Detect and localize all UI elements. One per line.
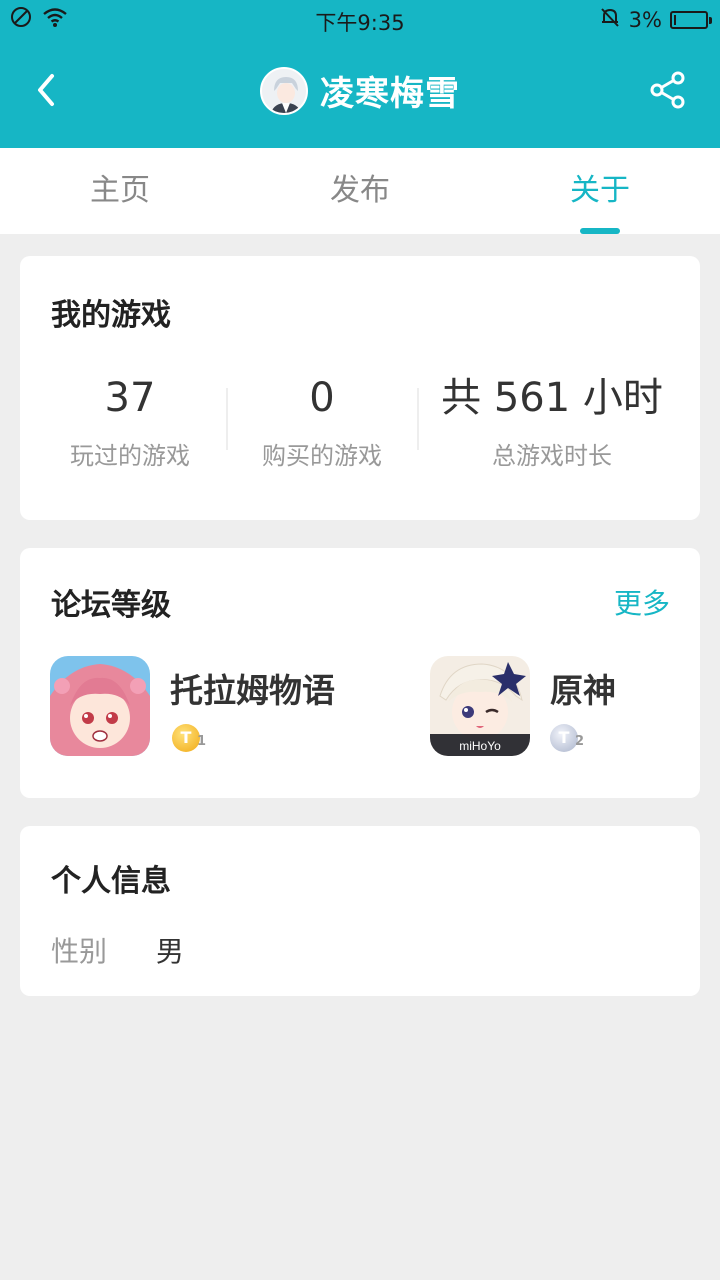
stat-playtime-label: 总游戏时长 — [492, 442, 612, 470]
more-link[interactable]: 更多 — [614, 582, 670, 622]
battery-icon — [670, 10, 712, 29]
level-badge-toram: T 1 — [172, 724, 206, 752]
forum-level-title: 论坛等级 — [51, 588, 171, 623]
game-icon-toram[interactable] — [50, 656, 150, 756]
tab-home[interactable]: 主页 — [0, 148, 240, 234]
stat-purchased[interactable]: 0 购买的游戏 — [232, 374, 412, 471]
gender-label: 性别 — [51, 935, 108, 968]
mihoyo-logo-text: miHoYo — [459, 739, 501, 753]
personal-info-title: 个人信息 — [51, 864, 171, 899]
level-badge-letter: T — [558, 728, 570, 747]
nav-bar: 凌寒梅雪 — [0, 40, 720, 148]
username: 凌寒梅雪 — [320, 74, 460, 114]
divider — [226, 388, 228, 450]
avatar[interactable] — [260, 66, 308, 115]
level-badge-number: 2 — [574, 734, 584, 749]
my-games-card: 我的游戏 37 玩过的游戏 0 购买的游戏 共 561 小时 总游戏时长 — [20, 256, 700, 520]
battery-percent: 3% — [628, 7, 662, 32]
status-bar: 下午9:35 3% — [0, 0, 720, 40]
gender-value: 男 — [155, 935, 184, 968]
stat-played[interactable]: 37 玩过的游戏 — [40, 374, 220, 471]
personal-info-card: 个人信息 性别 男 — [20, 826, 700, 996]
tab-about-label: 关于 — [570, 173, 630, 208]
level-badge-letter: T — [180, 728, 192, 747]
share-icon — [648, 70, 688, 114]
game-name-toram[interactable]: 托拉姆物语 — [170, 664, 335, 712]
header-bar: 下午9:35 3% 凌寒梅雪 — [0, 0, 720, 148]
tab-posts[interactable]: 发布 — [240, 148, 480, 234]
status-right: 3% — [599, 6, 712, 33]
stat-playtime-value: 共 561 小时 — [441, 375, 663, 421]
stat-played-value: 37 — [104, 375, 156, 421]
tab-about[interactable]: 关于 — [480, 148, 720, 234]
share-button[interactable] — [644, 68, 692, 116]
my-games-title: 我的游戏 — [51, 298, 171, 333]
active-tab-indicator — [580, 228, 620, 234]
game-name-genshin[interactable]: 原神 — [550, 664, 616, 712]
game-icon-genshin[interactable]: miHoYo — [430, 656, 530, 756]
stat-playtime[interactable]: 共 561 小时 总游戏时长 — [432, 374, 672, 471]
stat-purchased-label: 购买的游戏 — [262, 442, 382, 470]
level-badge-genshin: T 2 — [550, 724, 584, 752]
gender-row: 性别 男 — [51, 930, 184, 970]
tab-bar: 主页 发布 关于 — [0, 148, 720, 234]
stat-purchased-value: 0 — [309, 375, 335, 421]
stat-played-label: 玩过的游戏 — [70, 442, 190, 470]
forum-level-card: 论坛等级 更多 托拉姆物语 T 1 miHoYo 原神 T 2 — [20, 548, 700, 798]
divider — [417, 388, 419, 450]
mute-bell-icon — [599, 6, 621, 33]
profile-title: 凌寒梅雪 — [0, 66, 720, 115]
level-badge-number: 1 — [196, 734, 206, 749]
